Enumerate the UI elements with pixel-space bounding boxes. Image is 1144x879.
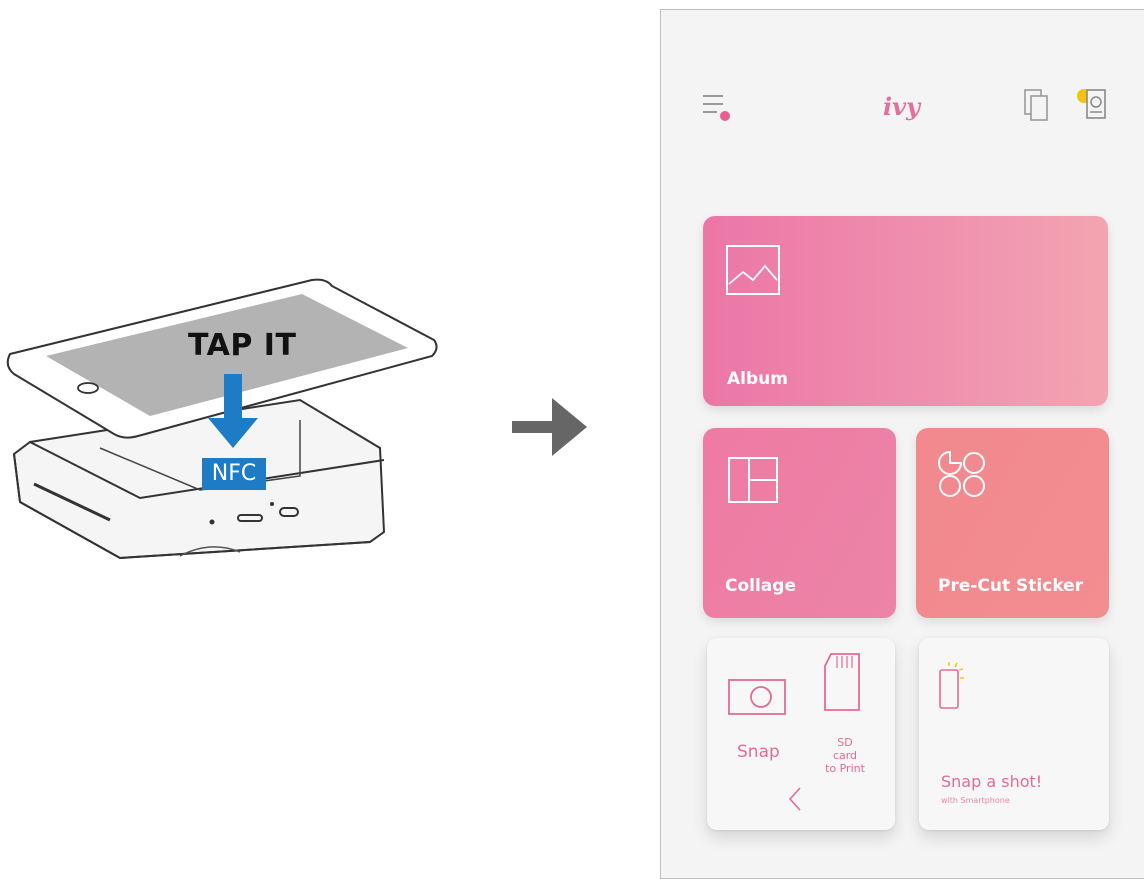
sdcard-label-line1: SD card: [832, 736, 858, 762]
sticker-card[interactable]: Pre-Cut Sticker: [916, 428, 1109, 618]
nfc-badge: NFC: [202, 458, 266, 490]
tap-it-label: TAP IT: [188, 328, 297, 363]
snap-a-shot-card[interactable]: Snap a shot! with Smartphone: [919, 638, 1109, 830]
snap-sdcard-card[interactable]: Snap SD card to Print: [707, 638, 895, 830]
snap-a-shot-label: Snap a shot!: [941, 772, 1043, 791]
collage-label: Collage: [725, 576, 796, 596]
snap-label: Snap: [737, 742, 780, 762]
copies-icon[interactable]: [1023, 88, 1053, 124]
phone-printer-drawing: [6, 278, 438, 560]
collage-card[interactable]: Collage: [703, 428, 896, 618]
smartphone-icon: [937, 658, 971, 714]
album-label: Album: [727, 369, 788, 389]
app-logo: ivy: [883, 92, 921, 121]
collage-icon: [727, 456, 779, 504]
app-header: ivy: [661, 10, 1144, 210]
camera-icon[interactable]: [727, 676, 789, 718]
printer-status-icon[interactable]: [1071, 84, 1111, 124]
sticker-icon: [936, 448, 988, 500]
chevron-left-icon[interactable]: [787, 786, 803, 812]
sdcard-label-line2: to Print: [825, 762, 865, 775]
sdcard-label: SD card to Print: [825, 736, 865, 775]
album-card[interactable]: Album: [703, 216, 1108, 406]
menu-icon[interactable]: [701, 90, 735, 124]
image-icon: [725, 244, 783, 298]
nfc-illustration: [0, 270, 450, 570]
sd-card-icon[interactable]: [823, 652, 863, 712]
sticker-label: Pre-Cut Sticker: [938, 576, 1084, 596]
arrow-right-icon: [512, 398, 587, 456]
snap-a-shot-sublabel: with Smartphone: [941, 796, 1010, 805]
app-screen: ivy Album Collage Pre-Cut Sticker Snap S…: [660, 9, 1144, 879]
